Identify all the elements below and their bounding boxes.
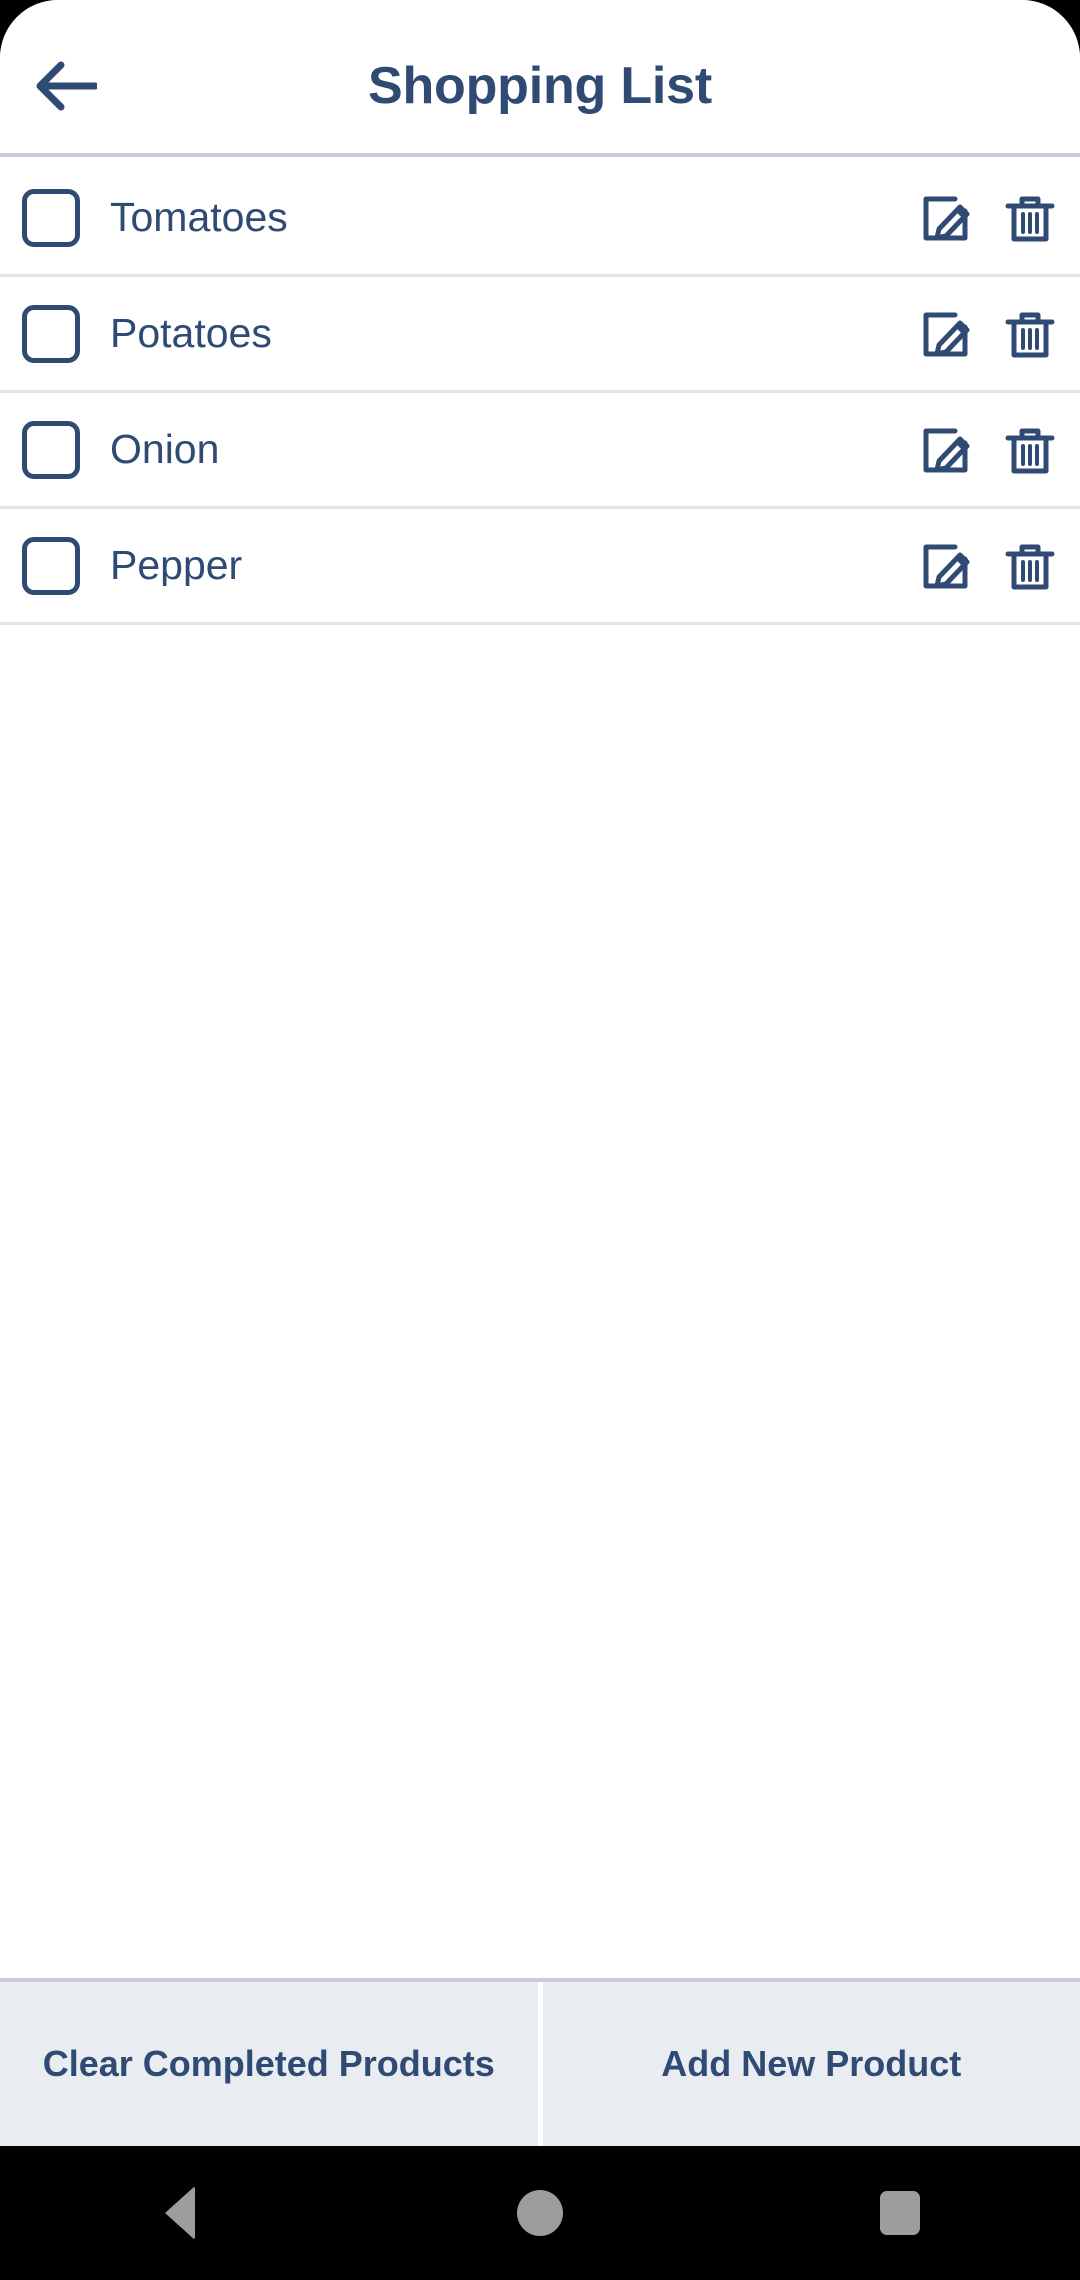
row-actions (918, 538, 1058, 594)
app-header: Shopping List (0, 0, 1080, 157)
product-name: Pepper (110, 545, 243, 586)
table-row[interactable]: Onion (0, 393, 1080, 509)
table-row[interactable]: Pepper (0, 509, 1080, 625)
nav-home-button[interactable] (465, 2146, 615, 2280)
nav-back-button[interactable] (105, 2146, 255, 2280)
edit-square-pencil-icon (919, 307, 973, 361)
edit-square-pencil-icon (919, 191, 973, 245)
product-checkbox[interactable] (22, 420, 80, 479)
edit-square-pencil-icon (919, 423, 973, 477)
table-row[interactable]: Tomatoes (0, 161, 1080, 277)
row-actions (918, 190, 1058, 246)
nav-recents-button[interactable] (825, 2146, 975, 2280)
trash-icon (1003, 307, 1057, 361)
trash-icon (1003, 191, 1057, 245)
edit-button[interactable] (918, 190, 974, 246)
clear-completed-products-button[interactable]: Clear Completed Products (0, 1982, 538, 2146)
trash-icon (1003, 539, 1057, 593)
nav-recents-square-icon (880, 2191, 920, 2235)
nav-home-circle-icon (517, 2190, 563, 2236)
delete-button[interactable] (1002, 422, 1058, 478)
phone-screen: Shopping List Tomatoes Potatoes Onion Pe… (0, 0, 1080, 2280)
delete-button[interactable] (1002, 306, 1058, 362)
product-checkbox[interactable] (22, 304, 80, 363)
edit-button[interactable] (918, 422, 974, 478)
edit-square-pencil-icon (919, 539, 973, 593)
product-name: Onion (110, 429, 220, 470)
android-nav-bar (0, 2146, 1080, 2280)
delete-button[interactable] (1002, 538, 1058, 594)
product-name: Potatoes (110, 313, 272, 354)
app-surface: Shopping List Tomatoes Potatoes Onion Pe… (0, 0, 1080, 2146)
product-name: Tomatoes (110, 197, 288, 238)
product-list: Tomatoes Potatoes Onion Pepper (0, 161, 1080, 625)
product-checkbox[interactable] (22, 536, 80, 595)
row-actions (918, 306, 1058, 362)
row-actions (918, 422, 1058, 478)
edit-button[interactable] (918, 306, 974, 362)
trash-icon (1003, 423, 1057, 477)
table-row[interactable]: Potatoes (0, 277, 1080, 393)
page-title: Shopping List (367, 57, 712, 115)
add-new-product-button[interactable]: Add New Product (542, 1982, 1080, 2146)
delete-button[interactable] (1002, 190, 1058, 246)
product-checkbox[interactable] (22, 188, 80, 247)
nav-back-triangle-icon (165, 2186, 195, 2240)
edit-button[interactable] (918, 538, 974, 594)
bottom-action-bar: Clear Completed Products Add New Product (0, 1978, 1080, 2146)
